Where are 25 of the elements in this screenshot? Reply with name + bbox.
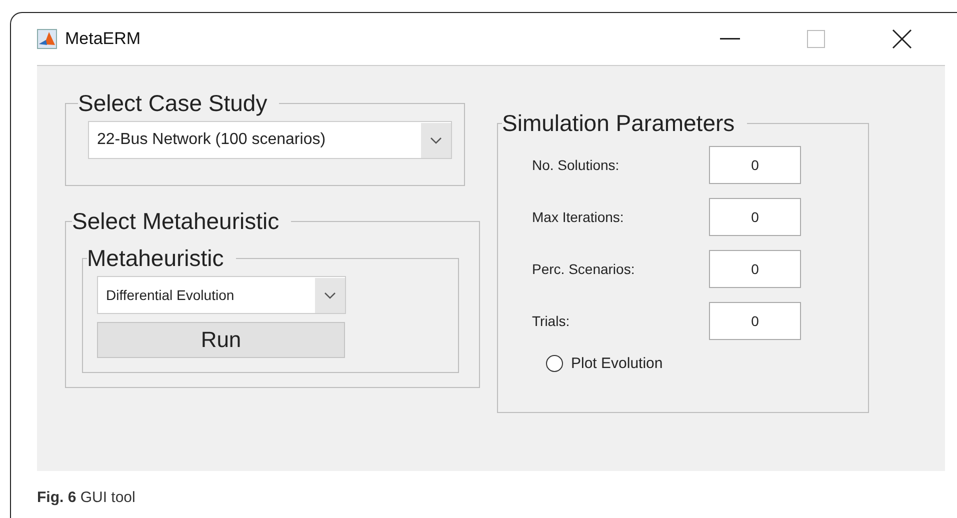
- window-title: MetaERM: [65, 29, 142, 49]
- input-field[interactable]: 0: [709, 146, 801, 184]
- panel-title: Simulation Parameters: [502, 110, 736, 137]
- radio-label: Plot Evolution: [571, 355, 663, 372]
- figure-caption: Fig. 6 GUI tool: [37, 489, 136, 506]
- close-icon[interactable]: [892, 29, 912, 49]
- field-label: Perc. Scenarios:: [532, 261, 636, 277]
- panel-title: Select Case Study: [78, 90, 268, 117]
- radio-button[interactable]: [546, 355, 563, 372]
- panel-title: Metaheuristic: [87, 245, 225, 272]
- metaheuristic-dropdown[interactable]: Differential Evolution: [97, 276, 346, 314]
- input-field[interactable]: 0: [709, 198, 801, 236]
- plot-evolution-radio[interactable]: Plot Evolution: [512, 347, 854, 412]
- field-label: Max Iterations:: [532, 209, 625, 225]
- case-study-dropdown[interactable]: 22-Bus Network (100 scenarios): [88, 121, 452, 159]
- minimize-icon[interactable]: [720, 38, 740, 40]
- field-label: No. Solutions:: [532, 157, 620, 173]
- panel-title: Select Metaheuristic: [72, 208, 280, 235]
- caret-icon: [421, 122, 451, 158]
- run-button[interactable]: Run: [97, 322, 345, 358]
- app-logo-icon: [37, 29, 57, 49]
- input-field[interactable]: 0: [709, 250, 801, 288]
- caret-icon: [315, 278, 345, 312]
- field-label: Trials:: [532, 313, 571, 329]
- input-field[interactable]: 0: [709, 302, 801, 340]
